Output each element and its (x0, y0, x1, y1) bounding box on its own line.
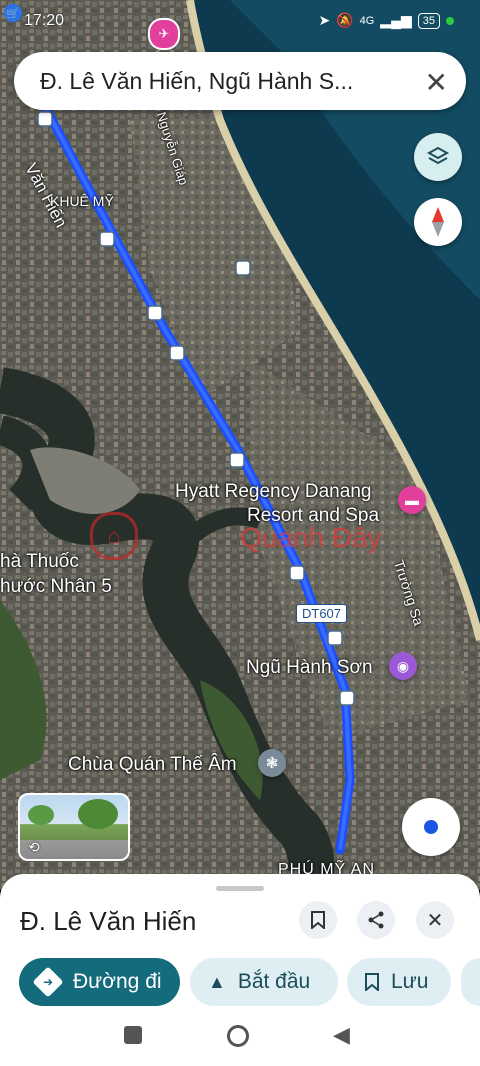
drag-handle[interactable] (216, 886, 264, 891)
home-icon: ⌂ (90, 512, 138, 560)
poi-label[interactable]: hước Nhân 5 (0, 576, 112, 598)
start-label: Bắt đầu (237, 970, 311, 993)
bus-stop-icon (99, 231, 115, 247)
back-button[interactable]: ◀ (333, 1022, 350, 1048)
system-nav-bar: ◀ (0, 1016, 480, 1066)
watermark-label: Quanh Đây (240, 522, 382, 553)
compass-button[interactable] (414, 198, 462, 246)
signal-icon: ▂▄▆ (380, 12, 412, 28)
bus-stop-icon (289, 565, 305, 581)
bookmark-icon (311, 911, 325, 929)
directions-icon: ➜ (32, 966, 64, 998)
bus-stop-icon (229, 452, 245, 468)
tree-icon (28, 805, 54, 825)
close-button[interactable]: ✕ (416, 901, 454, 939)
map-view[interactable]: Văn Hiến KHUÊ MỸ Nguyễn Giáp Hyatt Regen… (0, 0, 480, 890)
save-button[interactable]: Lưu (347, 958, 451, 1006)
status-bar: 🛒 17:20 ➤ 🔕 4G ▂▄▆ 35 (0, 0, 480, 44)
bus-stop-icon (169, 345, 185, 361)
poi-label[interactable]: Chùa Quán Thế Âm (68, 754, 237, 776)
save-label: Lưu (391, 970, 429, 993)
place-bottom-sheet[interactable]: Đ. Lê Văn Hiến ✕ ➜ Đường đi ▲ Bắt đầu Lư… (0, 874, 480, 1016)
directions-label: Đường đi (73, 970, 162, 993)
hotel-icon[interactable]: ▬ (398, 486, 426, 514)
route-shield: DT607 (296, 604, 348, 623)
rotate-360-icon: ⟲ (28, 839, 40, 855)
poi-label[interactable]: Ngũ Hành Sơn (246, 657, 373, 679)
street-view-thumbnail[interactable]: ⟲ (18, 793, 130, 861)
bookmark-button[interactable] (299, 901, 337, 939)
mute-icon: 🔕 (336, 12, 354, 28)
close-icon: ✕ (426, 909, 444, 932)
network-label: 4G (359, 14, 375, 27)
status-time: 17:20 (24, 12, 65, 29)
tree-icon (78, 799, 118, 829)
location-arrow-icon: ➤ (318, 12, 331, 28)
place-title: Đ. Lê Văn Hiến (20, 906, 197, 936)
start-button[interactable]: ▲ Bắt đầu (190, 958, 338, 1006)
bookmark-icon (365, 973, 379, 991)
layers-icon (426, 146, 450, 165)
search-bar[interactable]: Đ. Lê Văn Hiến, Ngũ Hành S... ✕ (14, 52, 466, 110)
layers-button[interactable] (414, 133, 462, 181)
status-dot-icon (446, 16, 454, 25)
share-icon (368, 911, 384, 929)
bus-stop-icon (235, 260, 251, 276)
compass-icon (432, 207, 444, 237)
battery-icon: 35 (417, 12, 440, 29)
my-location-button[interactable] (402, 798, 460, 856)
district-label: KHUÊ MỸ (50, 193, 114, 209)
share-button[interactable] (357, 901, 395, 939)
home-button[interactable] (227, 1025, 249, 1047)
poi-label[interactable]: Hyatt Regency Danang (175, 481, 371, 503)
bus-stop-icon (327, 630, 343, 646)
bus-stop-icon (37, 111, 53, 127)
more-chip[interactable] (461, 958, 480, 1006)
search-query[interactable]: Đ. Lê Văn Hiến, Ngũ Hành S... (40, 68, 353, 95)
bus-stop-icon (147, 305, 163, 321)
directions-button[interactable]: ➜ Đường đi (19, 958, 180, 1006)
camera-icon[interactable]: ◉ (389, 652, 417, 680)
poi-label[interactable]: hà Thuốc (0, 551, 79, 573)
close-icon[interactable]: ✕ (425, 66, 448, 99)
bus-stop-icon (339, 690, 355, 706)
cart-icon: 🛒 (4, 4, 22, 22)
recents-button[interactable] (124, 1026, 142, 1044)
temple-icon[interactable]: ❃ (258, 749, 286, 777)
navigation-arrow-icon: ▲ (208, 971, 226, 992)
my-location-icon (424, 820, 438, 834)
